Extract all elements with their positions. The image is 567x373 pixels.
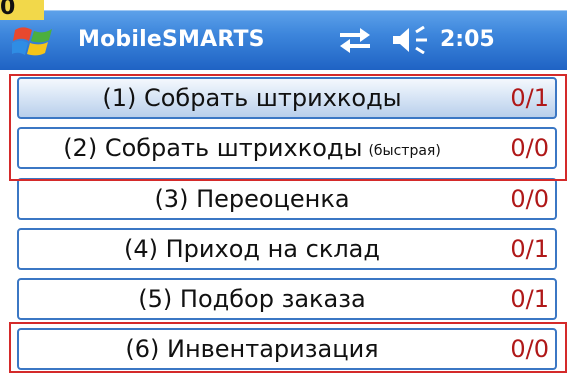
menu-item-text: (1) Собрать штрихкоды xyxy=(102,84,402,112)
clock[interactable]: 2:05 xyxy=(440,27,495,52)
speaker-icon[interactable] xyxy=(392,26,430,54)
menu-item-label: (4) Приход на склад xyxy=(19,230,485,268)
menu-item-warehouse-receipt[interactable]: (4) Приход на склад 0/1 xyxy=(17,228,557,270)
menu-item-count: 0/0 xyxy=(510,134,549,162)
menu-item-count: 0/1 xyxy=(510,285,549,313)
menu-item-text: (6) Инвентаризация xyxy=(125,335,379,363)
menu-item-count: 0/1 xyxy=(510,84,549,112)
menu-item-label: (2) Собрать штрихкоды (быстрая) xyxy=(19,129,485,167)
menu-item-label: (1) Собрать штрихкоды xyxy=(19,79,485,117)
menu-item-label: (5) Подбор заказа xyxy=(19,280,485,318)
connectivity-arrows-icon[interactable] xyxy=(338,26,372,54)
menu-item-count: 0/1 xyxy=(510,235,549,263)
menu-item-inventory[interactable]: (6) Инвентаризация 0/0 xyxy=(17,328,557,370)
menu-item-text: (5) Подбор заказа xyxy=(138,285,366,313)
windows-flag-icon[interactable] xyxy=(12,22,56,62)
app-title: MobileSMARTS xyxy=(78,27,265,52)
menu-item-count: 0/0 xyxy=(510,335,549,363)
menu-list: (1) Собрать штрихкоды 0/1 (2) Собрать шт… xyxy=(0,70,567,373)
menu-item-text: (2) Собрать штрихкоды xyxy=(63,134,363,162)
menu-item-collect-barcodes-fast[interactable]: (2) Собрать штрихкоды (быстрая) 0/0 xyxy=(17,127,557,169)
menu-item-label: (3) Переоценка xyxy=(19,180,485,218)
menu-item-count: 0/0 xyxy=(510,185,549,213)
corner-label: 0 xyxy=(0,0,16,20)
menu-item-subtext: (быстрая) xyxy=(368,143,441,159)
menu-item-order-picking[interactable]: (5) Подбор заказа 0/1 xyxy=(17,278,557,320)
menu-item-label: (6) Инвентаризация xyxy=(19,330,485,368)
title-bar: MobileSMARTS 2:05 xyxy=(0,10,567,70)
menu-item-text: (4) Приход на склад xyxy=(124,235,380,263)
corner-tab: 0 xyxy=(0,0,44,20)
menu-item-collect-barcodes[interactable]: (1) Собрать штрихкоды 0/1 xyxy=(17,77,557,119)
menu-item-revaluation[interactable]: (3) Переоценка 0/0 xyxy=(17,178,557,220)
menu-item-text: (3) Переоценка xyxy=(154,185,350,213)
